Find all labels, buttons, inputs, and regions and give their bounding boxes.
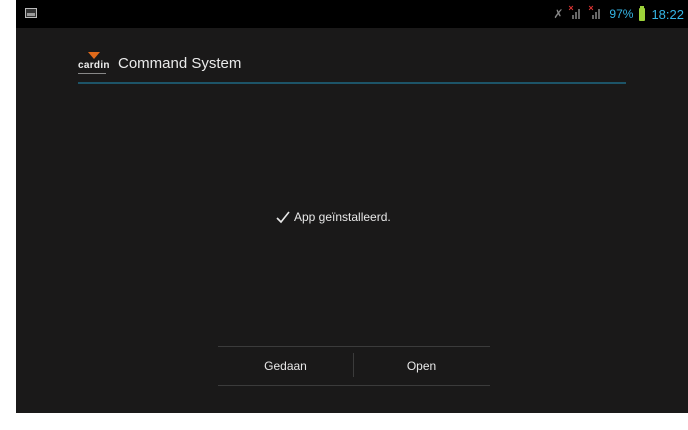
- app-header: cardin Command System: [78, 52, 241, 74]
- install-message-text: App geïnstalleerd.: [294, 210, 391, 224]
- mute-icon: ✗: [553, 7, 564, 21]
- clock: 18:22: [651, 6, 684, 22]
- app-title: Command System: [118, 54, 242, 72]
- header-divider: [78, 82, 626, 84]
- screen: ✗ × × 97% 18:22 cardin Command System Ap…: [16, 0, 688, 413]
- install-message: App geïnstalleerd.: [276, 210, 391, 224]
- cardin-logo-icon: cardin: [78, 52, 110, 74]
- no-signal-icon: ×: [588, 3, 603, 21]
- done-button[interactable]: Gedaan: [218, 347, 353, 385]
- no-signal-icon: ×: [568, 3, 583, 21]
- checkmark-icon: [276, 211, 290, 224]
- battery-icon: [639, 5, 646, 21]
- open-button[interactable]: Open: [354, 347, 489, 385]
- status-bar: ✗ × × 97% 18:22: [16, 0, 688, 28]
- button-bar-bottom-divider: [218, 385, 490, 386]
- status-icons: ✗ × × 97% 18:22: [553, 0, 684, 28]
- gallery-icon: [25, 8, 37, 18]
- battery-percent: 97%: [609, 7, 634, 21]
